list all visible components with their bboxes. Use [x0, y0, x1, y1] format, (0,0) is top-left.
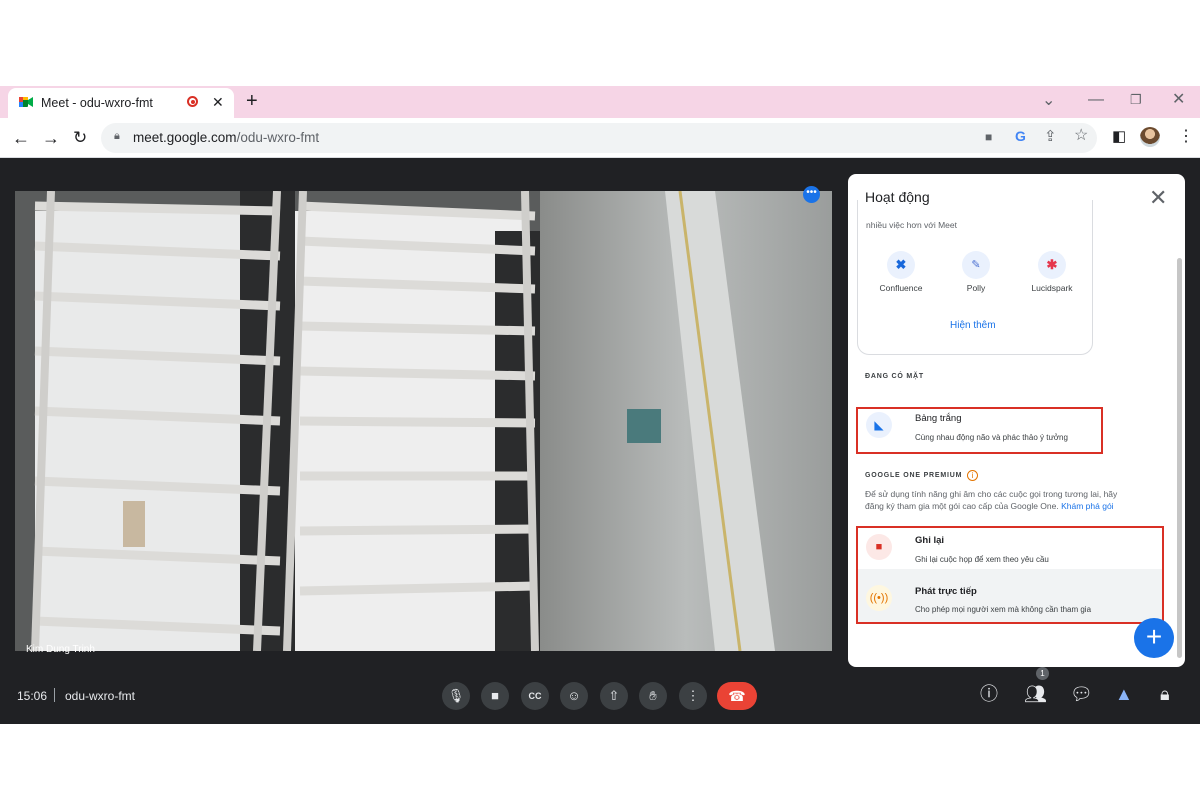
- participant-name: Kim Dung Trinh: [26, 644, 95, 655]
- people-icon[interactable]: 👥︎: [1024, 685, 1047, 703]
- forward-icon[interactable]: →: [42, 129, 60, 147]
- confluence-icon[interactable]: ✖: [887, 251, 915, 279]
- leave-call-button[interactable]: ☎︎: [717, 682, 757, 710]
- recording-indicator-icon: [187, 96, 198, 107]
- close-tab-icon[interactable]: ✕: [212, 95, 224, 109]
- tile-more-options-button[interactable]: •••: [803, 186, 820, 203]
- addons-text: nhiều việc hơn với Meet: [866, 220, 957, 230]
- side-panel-icon[interactable]: ◧: [1112, 129, 1126, 144]
- host-controls-icon[interactable]: 🔒︎: [1160, 685, 1170, 703]
- microphone-button[interactable]: 🎙︎: [442, 682, 470, 710]
- lock-icon[interactable]: 🔒︎: [114, 131, 120, 142]
- polly-icon[interactable]: ✎: [962, 251, 990, 279]
- whiteboard-highlight: [856, 407, 1103, 454]
- meeting-details-icon[interactable]: ⓘ: [980, 685, 998, 703]
- app-lucidspark-label[interactable]: Lucidspark: [1017, 283, 1087, 293]
- close-panel-button[interactable]: ✕: [1149, 185, 1167, 211]
- emoji-reaction-button[interactable]: ☺: [560, 682, 588, 710]
- camera-button[interactable]: ■: [481, 682, 509, 710]
- add-activity-button[interactable]: +: [1134, 618, 1174, 658]
- record-live-highlight: [856, 526, 1164, 624]
- tab-search-icon[interactable]: ⌄: [1042, 93, 1055, 109]
- more-options-button[interactable]: ⋮: [679, 682, 707, 710]
- google-lens-icon[interactable]: G: [1015, 129, 1026, 143]
- participant-video: [15, 191, 832, 651]
- bookmark-star-icon[interactable]: ☆: [1074, 128, 1088, 144]
- divider: [54, 688, 55, 702]
- chat-icon[interactable]: 💬︎: [1070, 685, 1093, 703]
- present-screen-button[interactable]: ⇧: [600, 682, 628, 710]
- reload-icon[interactable]: ↻: [73, 129, 87, 146]
- share-icon[interactable]: ⇪: [1044, 129, 1057, 144]
- people-count-badge: 1: [1036, 667, 1049, 680]
- close-window-icon[interactable]: ✕: [1172, 92, 1185, 108]
- profile-avatar[interactable]: [1140, 127, 1160, 147]
- browser-menu-icon[interactable]: ⋮: [1178, 129, 1194, 145]
- premium-description: Để sử dụng tính năng ghi âm cho các cuộc…: [865, 489, 1118, 511]
- activities-icon[interactable]: ▲: [1115, 685, 1133, 703]
- app-polly-label[interactable]: Polly: [941, 283, 1011, 293]
- available-heading: ĐANG CÓ MẶT: [865, 373, 924, 380]
- captions-button[interactable]: CC: [521, 682, 549, 710]
- meet-logo-icon: [19, 95, 33, 107]
- tab-title: Meet - odu-wxro-fmt: [41, 96, 153, 110]
- info-icon[interactable]: i: [967, 470, 978, 481]
- back-icon[interactable]: ←: [12, 129, 30, 147]
- meeting-code: odu-wxro-fmt: [65, 689, 136, 703]
- explore-plans-link[interactable]: Khám phá gói: [1061, 501, 1113, 511]
- camera-in-use-icon[interactable]: ■: [985, 131, 992, 143]
- url-text[interactable]: meet.google.com/odu-wxro-fmt: [133, 130, 319, 145]
- restore-icon[interactable]: ❐: [1130, 93, 1142, 106]
- show-more-link[interactable]: Hiện thêm: [950, 320, 996, 331]
- app-confluence-label[interactable]: Confluence: [866, 283, 936, 293]
- premium-heading: GOOGLE ONE PREMIUM: [865, 472, 963, 479]
- minimize-icon[interactable]: —: [1088, 92, 1104, 108]
- panel-scrollbar[interactable]: [1177, 258, 1182, 658]
- raise-hand-button[interactable]: ✋︎: [639, 682, 667, 710]
- meeting-time: 15:06: [17, 689, 48, 703]
- lucidspark-icon[interactable]: ✱: [1038, 251, 1066, 279]
- new-tab-button[interactable]: +: [246, 91, 258, 111]
